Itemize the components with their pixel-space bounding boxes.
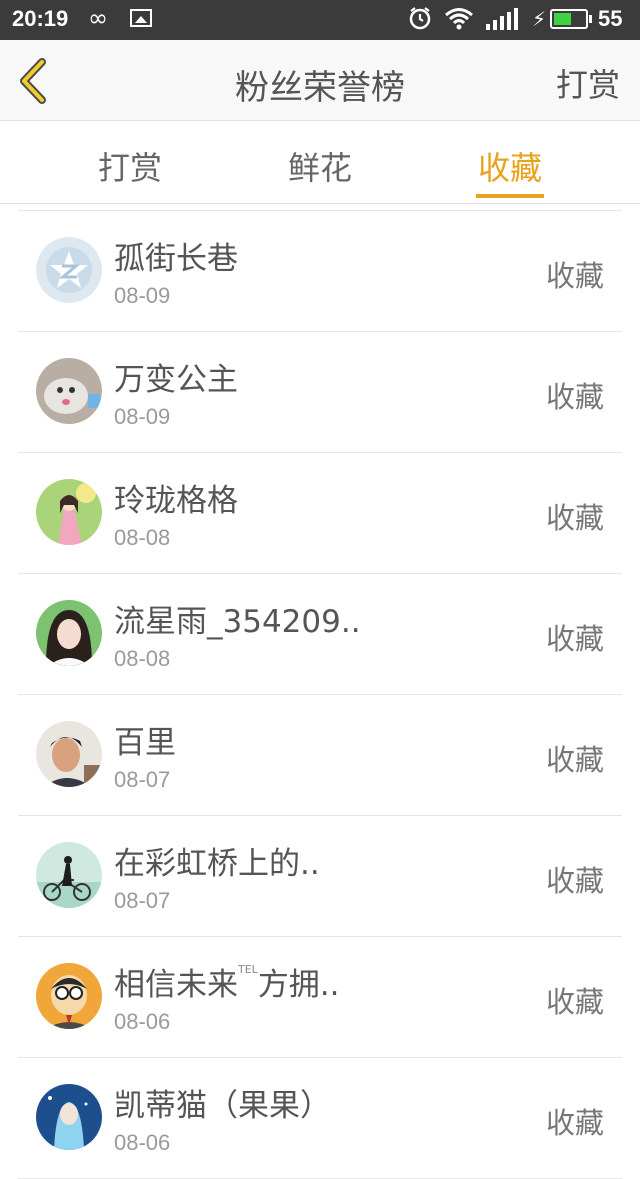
user-name: 相信未来TEL方拥.. [114,959,340,1004]
dog-avatar [36,358,102,424]
action-label: 收藏 [545,380,604,414]
woman-avatar [36,600,102,666]
user-name: 凯蒂猫（果果） [114,1088,331,1124]
action-label: 收藏 [545,622,604,656]
date: 08-06 [114,1009,171,1034]
action-label: 收藏 [545,1106,604,1140]
tab-tip[interactable]: 打赏 [98,143,162,189]
user-name: 流星雨_354209.. [114,604,361,640]
title-bar: 粉丝荣誉榜 打赏 [0,40,640,121]
list-item[interactable]: 百里 08-07 收藏 [18,695,622,816]
date: 08-07 [114,888,171,913]
list-item[interactable]: 在彩虹桥上的.. 08-07 收藏 [18,816,622,937]
action-label: 收藏 [545,985,604,1019]
tab-bar: 打赏 鲜花 收藏 [0,121,640,204]
date: 08-09 [114,283,171,308]
tel-symbol: TEL [238,963,258,976]
image-icon [130,9,152,27]
action-label: 收藏 [545,501,604,535]
fan-list: 孤街长巷 08-09 收藏 万变公主 08-09 收藏 玲珑格格 08-08 收… [18,210,622,1179]
user-name: 玲珑格格 [114,483,238,519]
name-part: 方拥.. [257,967,340,1003]
signal-icon [486,8,518,30]
list-item[interactable]: 流星雨_354209.. 08-08 收藏 [18,574,622,695]
man-avatar [36,721,102,787]
list-item[interactable]: 相信未来TEL方拥.. 08-06 收藏 [18,937,622,1058]
battery-level: 55 [598,6,623,31]
tab-flowers[interactable]: 鲜花 [288,143,352,189]
anime-avatar [36,1084,102,1150]
action-label: 收藏 [545,864,604,898]
date: 08-06 [114,1130,171,1155]
user-name: 百里 [114,725,176,761]
anime-girl-avatar [36,479,102,545]
alarm-icon [409,7,431,30]
tab-favorites[interactable]: 收藏 [478,143,542,189]
date: 08-08 [114,646,171,671]
list-item[interactable]: 万变公主 08-09 收藏 [18,332,622,453]
action-label: 收藏 [545,259,604,293]
page-title: 粉丝荣誉榜 [235,68,405,108]
wifi-icon [445,8,473,30]
list-item[interactable]: 玲珑格格 08-08 收藏 [18,453,622,574]
status-bar: 20:19 ∞ ⚡ 55 [0,0,640,40]
action-label: 收藏 [545,743,604,777]
list-item[interactable]: 孤街长巷 08-09 收藏 [18,211,622,332]
user-name: 在彩虹桥上的.. [114,846,320,882]
battery-fill [554,13,571,25]
battery-icon [550,9,592,29]
infinity-icon: ∞ [88,4,108,32]
user-name: 孤街长巷 [114,241,238,277]
date: 08-09 [114,404,171,429]
user-name: 万变公主 [114,362,238,398]
date: 08-07 [114,767,171,792]
tip-button[interactable]: 打赏 [556,60,620,106]
charging-icon: ⚡ [532,7,547,31]
bicycle-avatar [36,842,102,908]
active-tab-indicator [476,194,544,198]
status-time: 20:19 [12,6,69,31]
name-part: 相信未来 [114,967,238,1003]
list-item[interactable]: 凯蒂猫（果果） 08-06 收藏 [18,1058,622,1179]
date: 08-08 [114,525,171,550]
cartoon-avatar [36,963,102,1029]
default-avatar [36,237,102,303]
